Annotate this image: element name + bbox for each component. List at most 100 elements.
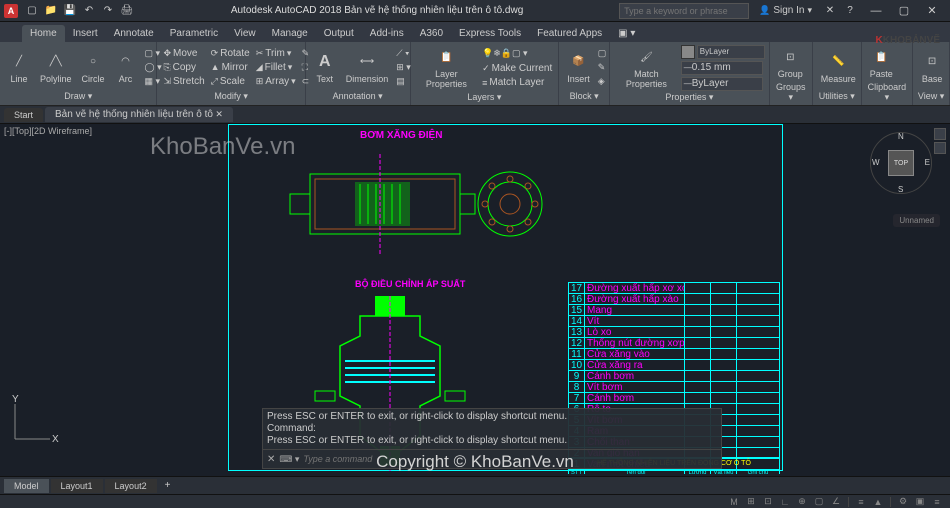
matchlayer-button[interactable]: ≡ Match Layer <box>480 76 554 89</box>
rotate-button[interactable]: ⟳ Rotate <box>209 47 252 60</box>
insert-button[interactable]: 📦Insert <box>563 49 594 86</box>
panel-view-label[interactable]: View ▾ <box>917 90 945 103</box>
cmd-close-icon[interactable]: ✕ <box>267 454 275 465</box>
drawing-title-2: BỘ ĐIỀU CHỈNH ÁP SUẤT <box>355 279 465 289</box>
stretch-button[interactable]: ⇲ Stretch <box>161 75 206 88</box>
grid-icon[interactable]: ⊞ <box>744 496 758 508</box>
polar-icon[interactable]: ⊕ <box>795 496 809 508</box>
tab-a360[interactable]: A360 <box>412 25 451 42</box>
tab-expresstools[interactable]: Express Tools <box>451 25 529 42</box>
panel-properties-label[interactable]: Properties ▾ <box>614 91 765 104</box>
edit-icon[interactable]: ✎ <box>596 61 609 74</box>
panel-groups-label[interactable]: Groups ▾ <box>774 81 808 104</box>
matchprops-button[interactable]: 🖌Match Properties <box>614 44 679 91</box>
exchange-icon[interactable]: ✕ <box>822 3 838 19</box>
tab-output[interactable]: Output <box>316 25 362 42</box>
panel-layers-label[interactable]: Layers ▾ <box>415 91 555 104</box>
svg-text:Y: Y <box>12 394 19 405</box>
signin-button[interactable]: 👤 Sign In ▾ <box>753 5 818 16</box>
arc-button[interactable]: ◠Arc <box>111 49 141 86</box>
close-button[interactable]: ✕ <box>918 1 946 21</box>
mirror-button[interactable]: ▲ Mirror <box>209 61 252 74</box>
anno-icon[interactable]: ▲ <box>871 496 885 508</box>
viewcube[interactable]: TOP N S E W <box>870 132 932 194</box>
osnap-icon[interactable]: ▢ <box>812 496 826 508</box>
move-button[interactable]: ✥ Move <box>161 47 206 60</box>
viewport-label[interactable]: [-][Top][2D Wireframe] <box>4 126 92 136</box>
viewcube-face[interactable]: TOP <box>888 150 914 176</box>
base-button[interactable]: ⊡Base <box>917 49 947 86</box>
panel-draw-label[interactable]: Draw ▾ <box>4 90 152 103</box>
layout-add-icon[interactable]: + <box>159 478 177 493</box>
tab-addins[interactable]: Add-ins <box>362 25 412 42</box>
panel-clipboard: 📋Paste Clipboard ▾ <box>862 42 913 105</box>
ucs-icon[interactable]: X Y <box>10 394 60 444</box>
trim-button[interactable]: ✂ Trim ▾ <box>254 47 298 60</box>
scale-button[interactable]: ⤢ Scale <box>209 75 252 88</box>
tab-annotate[interactable]: Annotate <box>106 25 162 42</box>
linetype-dropdown[interactable]: — ByLayer <box>681 77 763 91</box>
undo-icon[interactable]: ↶ <box>81 3 97 19</box>
color-dropdown[interactable]: ByLayer <box>697 45 765 59</box>
layout-2[interactable]: Layout2 <box>105 479 157 493</box>
open-icon[interactable]: 📁 <box>43 3 59 19</box>
tab-featuredapps[interactable]: Featured Apps <box>529 25 610 42</box>
panel-groups: ⊡Group Groups ▾ <box>770 42 813 105</box>
print-icon[interactable]: 🖨 <box>119 3 135 19</box>
tab-start[interactable]: Start <box>4 108 43 122</box>
view-unnamed[interactable]: Unnamed <box>893 214 940 227</box>
copy-button[interactable]: ⎘ Copy <box>161 61 206 74</box>
minimize-button[interactable]: — <box>862 1 890 21</box>
tab-insert[interactable]: Insert <box>65 25 106 42</box>
drawing-canvas[interactable]: [-][Top][2D Wireframe] TOP N S E W Unnam… <box>0 124 950 474</box>
maximize-button[interactable]: ▢ <box>890 1 918 21</box>
tab-parametric[interactable]: Parametric <box>162 25 226 42</box>
model-status-icon[interactable]: M <box>727 496 741 508</box>
save-icon[interactable]: 💾 <box>62 3 78 19</box>
tab-options-icon[interactable]: ▣ ▾ <box>610 25 643 42</box>
create-icon[interactable]: ▢ <box>596 47 609 60</box>
tab-file1[interactable]: Bản vẽ hệ thống nhiên liệu trên ô tô ✕ <box>45 107 233 122</box>
help-icon[interactable]: ? <box>842 3 858 19</box>
paste-button[interactable]: 📋Paste <box>866 44 897 81</box>
custom-icon[interactable]: ≡ <box>930 496 944 508</box>
layer-dd[interactable]: 💡❄🔒▢ ▾ <box>480 47 529 60</box>
attr-icon[interactable]: ◈ <box>596 75 609 88</box>
makecurrent-button[interactable]: ✓ Make Current <box>480 62 554 75</box>
panel-utilities-label[interactable]: Utilities ▾ <box>817 90 857 103</box>
layout-1[interactable]: Layout1 <box>51 479 103 493</box>
color-swatch[interactable] <box>681 45 695 59</box>
nav-square-icon[interactable] <box>934 142 946 154</box>
tab-home[interactable]: Home <box>22 25 65 42</box>
panel-block-label[interactable]: Block ▾ <box>563 90 605 103</box>
polyline-button[interactable]: ╱╲Polyline <box>36 49 76 86</box>
panel-modify-label[interactable]: Modify ▾ <box>161 90 300 103</box>
lineweight-dropdown[interactable]: — 0.15 mm <box>681 61 763 75</box>
otrack-icon[interactable]: ∠ <box>829 496 843 508</box>
measure-button[interactable]: 📏Measure <box>817 49 860 86</box>
lweight-icon[interactable]: ≡ <box>854 496 868 508</box>
clean-icon[interactable]: ▣ <box>913 496 927 508</box>
panel-clipboard-label[interactable]: Clipboard ▾ <box>866 81 908 104</box>
group-button[interactable]: ⊡Group <box>774 44 807 81</box>
dimension-button[interactable]: ⟷Dimension <box>342 49 393 86</box>
line-button[interactable]: ╱Line <box>4 49 34 86</box>
layerprops-button[interactable]: 📋Layer Properties <box>415 44 479 91</box>
tab-view[interactable]: View <box>226 25 264 42</box>
redo-icon[interactable]: ↷ <box>100 3 116 19</box>
fillet-button[interactable]: ◢ Fillet ▾ <box>254 61 298 74</box>
new-icon[interactable]: ▢ <box>24 3 40 19</box>
text-button[interactable]: AText <box>310 49 340 86</box>
nav-minus-icon[interactable] <box>934 128 946 140</box>
workspace-icon[interactable]: ⚙ <box>896 496 910 508</box>
circle-button[interactable]: ○Circle <box>78 49 109 86</box>
ortho-icon[interactable]: ∟ <box>778 496 792 508</box>
layout-model[interactable]: Model <box>4 479 49 493</box>
app-icon[interactable]: A <box>4 4 18 18</box>
search-input[interactable] <box>619 3 749 19</box>
snap-icon[interactable]: ⊡ <box>761 496 775 508</box>
panel-annotation-label[interactable]: Annotation ▾ <box>310 90 406 103</box>
table-row: 14Vít <box>569 316 779 327</box>
tab-manage[interactable]: Manage <box>264 25 316 42</box>
array-button[interactable]: ⊞ Array ▾ <box>254 75 298 88</box>
